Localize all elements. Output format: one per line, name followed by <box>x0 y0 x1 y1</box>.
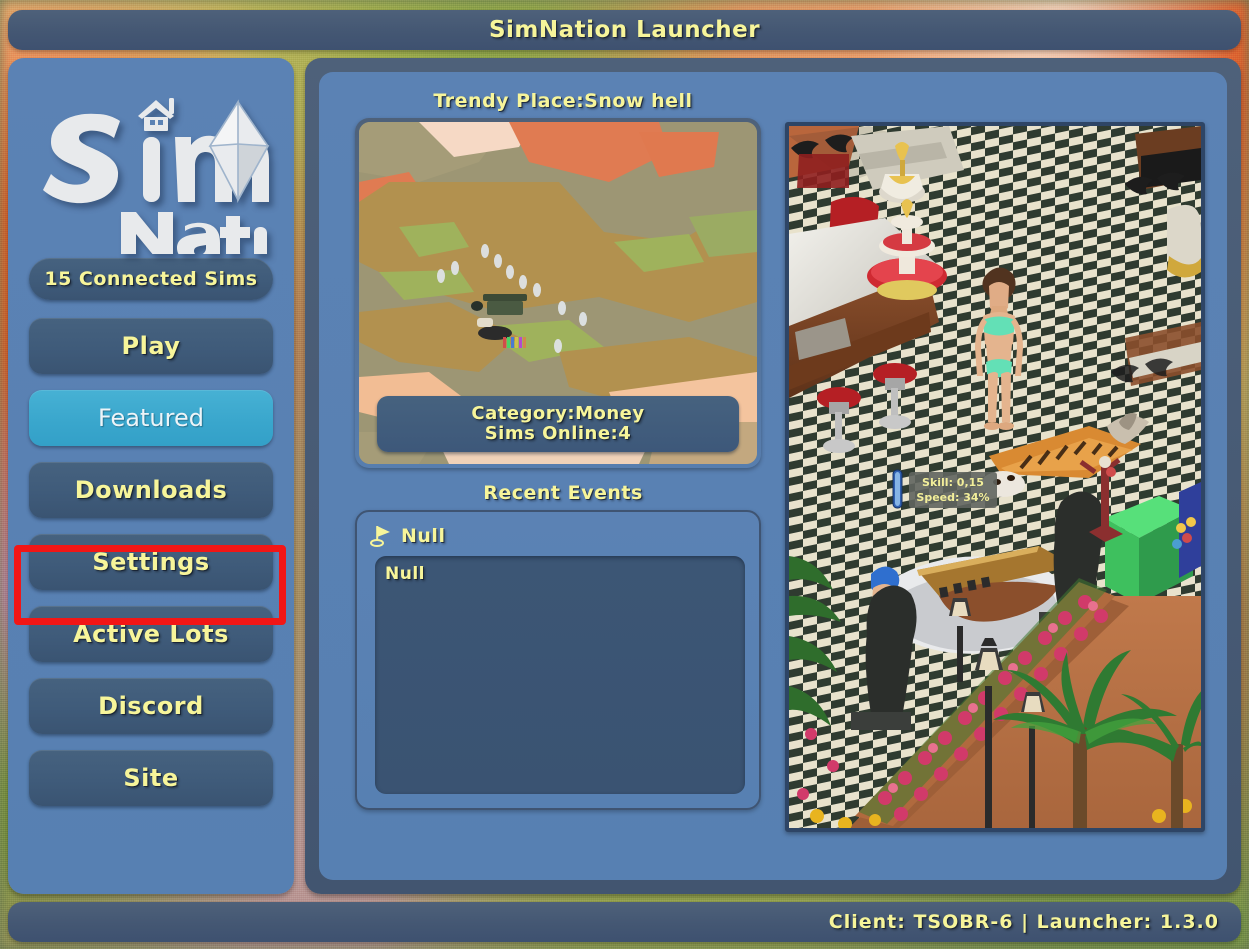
sidebar-item-active-lots[interactable]: Active Lots <box>29 606 273 662</box>
window-titlebar: SimNation Launcher <box>8 10 1241 50</box>
sidebar-item-label: Discord <box>98 692 204 720</box>
sidebar-item-settings[interactable]: Settings <box>29 534 273 590</box>
trendy-sims-online: Sims Online:4 <box>484 423 632 444</box>
sidebar-item-label: Settings <box>92 548 210 576</box>
recent-events-body[interactable]: Null <box>375 556 745 794</box>
trendy-place-info: Category:Money Sims Online:4 <box>377 396 739 452</box>
svg-text:Speed: 34%: Speed: 34% <box>916 491 989 504</box>
sidebar-item-label: Featured <box>98 404 204 432</box>
recent-events-body-text: Null <box>385 564 425 584</box>
status-bar-text: Client: TSOBR-6 | Launcher: 1.3.0 <box>828 911 1219 933</box>
sidebar-item-site[interactable]: Site <box>29 750 273 806</box>
sidebar-item-label: Downloads <box>74 476 228 504</box>
main-panel: Trendy Place:Snow hell Category:Money Si… <box>319 72 1227 880</box>
sidebar-item-downloads[interactable]: Downloads <box>29 462 273 518</box>
sidebar-item-play[interactable]: Play <box>29 318 273 374</box>
connected-sims-status: 15 Connected Sims <box>29 258 273 300</box>
sidebar-item-discord[interactable]: Discord <box>29 678 273 734</box>
recent-events-headline: Null <box>401 525 446 547</box>
app-logo <box>22 70 280 258</box>
game-screenshot-svg: Skill: 0,15 Speed: 34% <box>789 126 1201 828</box>
flag-icon <box>370 526 390 547</box>
sidebar-item-featured[interactable]: Featured <box>29 390 273 446</box>
recent-events-header: Null <box>365 520 751 552</box>
trendy-place-card[interactable]: Category:Money Sims Online:4 <box>355 118 761 468</box>
trendy-place-title: Trendy Place:Snow hell <box>433 90 693 112</box>
game-screenshot[interactable]: Skill: 0,15 Speed: 34% <box>785 122 1205 832</box>
simnation-logo-svg <box>43 98 270 254</box>
connected-sims-label: 15 Connected Sims <box>44 268 258 290</box>
sidebar-item-label: Active Lots <box>73 620 229 648</box>
sidebar-item-label: Site <box>123 764 179 792</box>
recent-events-title: Recent Events <box>483 482 643 504</box>
sidebar-item-label: Play <box>121 332 181 360</box>
house-icon <box>138 98 174 131</box>
recent-events-card: Null Null <box>355 510 761 810</box>
trendy-category: Category:Money <box>471 402 645 424</box>
svg-text:Skill: 0,15: Skill: 0,15 <box>922 476 984 489</box>
status-bar: Client: TSOBR-6 | Launcher: 1.3.0 <box>8 902 1241 942</box>
sidebar: 15 Connected Sims Play Featured Download… <box>8 58 294 894</box>
window-title: SimNation Launcher <box>488 17 761 43</box>
